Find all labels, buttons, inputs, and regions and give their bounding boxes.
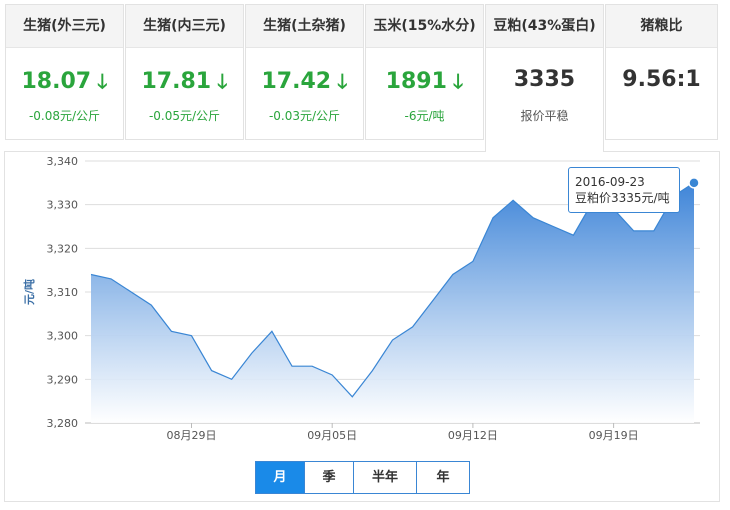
card-change: -0.03元/公斤 — [268, 109, 341, 123]
period-month-button[interactable]: 月 — [255, 461, 305, 494]
card-value: 9.56:1 — [622, 67, 701, 92]
card-title: 生猪(内三元) — [126, 5, 243, 48]
period-halfyear-button[interactable]: 半年 — [354, 461, 417, 494]
price-card-pig-outer[interactable]: 生猪(外三元) 18.07 🡓 -0.08元/公斤 — [5, 4, 124, 140]
card-title: 豆粕(43%蛋白) — [486, 5, 603, 48]
card-change: -6元/吨 — [404, 109, 445, 123]
card-value: 3335 — [513, 67, 576, 92]
card-title: 生猪(土杂猪) — [246, 5, 363, 48]
card-title: 玉米(15%水分) — [366, 5, 483, 48]
card-title: 猪粮比 — [606, 5, 717, 48]
arrow-down-icon: 🡓 — [97, 69, 108, 93]
price-card-soymeal[interactable]: 豆粕(43%蛋白) 3335 报价平稳 — [485, 4, 604, 152]
card-value: 1891 🡓 — [366, 67, 483, 101]
period-selector: 月 季 半年 年 — [255, 461, 470, 494]
card-value: 18.07 🡓 — [6, 67, 123, 101]
price-card-corn[interactable]: 玉米(15%水分) 1891 🡓 -6元/吨 — [365, 4, 484, 140]
period-year-button[interactable]: 年 — [417, 461, 470, 494]
card-value: 17.42 🡓 — [246, 67, 363, 101]
arrow-down-icon: 🡓 — [217, 69, 228, 93]
card-value-number: 1891 — [385, 69, 447, 94]
card-value-number: 17.42 — [261, 69, 332, 94]
card-title: 生猪(外三元) — [6, 5, 123, 48]
price-card-pig-inner[interactable]: 生猪(内三元) 17.81 🡓 -0.05元/公斤 — [125, 4, 244, 140]
arrow-down-icon: 🡓 — [337, 69, 348, 93]
price-card-pig-grain-ratio[interactable]: 猪粮比 9.56:1 — [605, 4, 718, 140]
tooltip-text: 豆粕价3335元/吨 — [575, 191, 670, 205]
period-quarter-button[interactable]: 季 — [305, 461, 354, 494]
card-value-number: 17.81 — [141, 69, 212, 94]
tooltip-date: 2016-09-23 — [575, 175, 645, 189]
card-value-number: 18.07 — [21, 69, 92, 94]
card-change: -0.08元/公斤 — [28, 109, 101, 123]
chart-tooltip: 2016-09-23 豆粕价3335元/吨 — [568, 167, 680, 213]
card-value: 17.81 🡓 — [126, 67, 243, 101]
card-change: 报价平稳 — [520, 109, 569, 123]
arrow-down-icon: 🡓 — [452, 69, 464, 93]
card-change: -0.05元/公斤 — [148, 109, 221, 123]
price-card-pig-mixed[interactable]: 生猪(土杂猪) 17.42 🡓 -0.03元/公斤 — [245, 4, 364, 140]
